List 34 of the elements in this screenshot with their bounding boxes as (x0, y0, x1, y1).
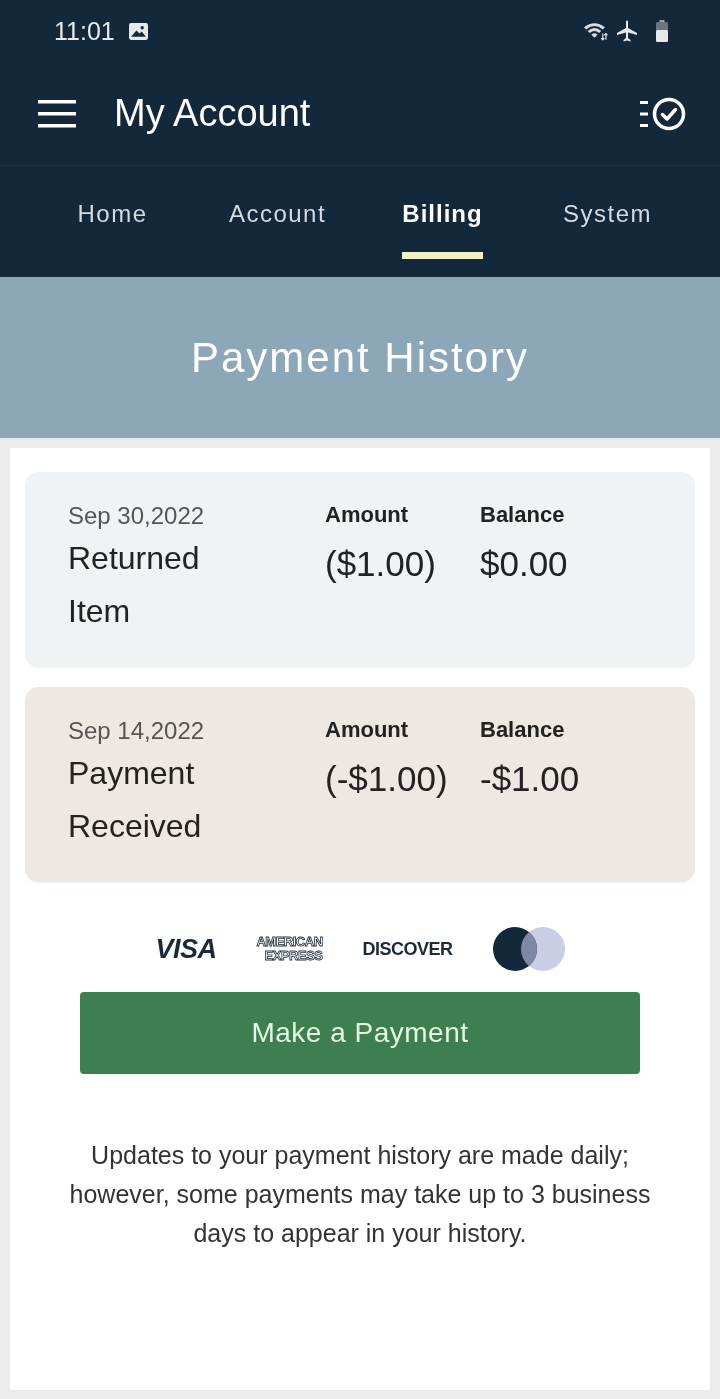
battery-icon (656, 20, 668, 42)
menu-button[interactable] (36, 97, 78, 130)
status-time: 11:01 (54, 16, 115, 46)
amount-value: ($1.00) (325, 544, 436, 584)
transaction-card[interactable]: Sep 14,2022 Payment Received Amount (-$1.00) Balance -$1.00 (25, 687, 695, 882)
list-check-icon (640, 96, 686, 131)
balance-value: -$1.00 (480, 759, 580, 799)
balance-label: Balance (480, 502, 565, 528)
overlapping-circles-icon (492, 927, 565, 971)
amount-value: (-$1.00) (325, 759, 448, 799)
app-title: My Account (114, 92, 311, 135)
transaction-date: Sep 14,2022 (68, 717, 205, 745)
payment-history-note: Updates to your payment history are made daily; however, some payments may take up to 3 business days to appear in your history. (68, 1140, 652, 1249)
balance-label: Balance (480, 717, 565, 743)
transaction-date: Sep 30,2022 (68, 502, 205, 530)
transaction-description: Returned Item (68, 539, 201, 631)
make-payment-button[interactable]: Make a Payment (80, 992, 640, 1074)
tab[interactable]: Billing (402, 166, 483, 259)
transaction-description: Payment Received (68, 754, 203, 846)
amount-label: Amount (325, 717, 409, 743)
menu-icon (38, 99, 76, 128)
card-brand-logo: VISA (155, 933, 217, 965)
banner-title: Payment History (190, 333, 530, 382)
transaction-card[interactable]: Sep 30,2022 Returned Item Amount ($1.00) Balance $0.00 (25, 472, 695, 667)
image-icon (128, 22, 148, 40)
amount-label: Amount (325, 502, 409, 528)
tab[interactable]: Account (228, 166, 327, 259)
balance-value: $0.00 (480, 544, 568, 584)
tab[interactable]: System (563, 166, 652, 259)
tab[interactable]: Home (77, 166, 148, 259)
wifi-icon (583, 20, 608, 42)
card-brand-logo: AMERICAN EXPRESS (256, 935, 323, 963)
airplane-icon (616, 20, 638, 42)
card-brand-logo: DISCOVER (362, 938, 453, 960)
